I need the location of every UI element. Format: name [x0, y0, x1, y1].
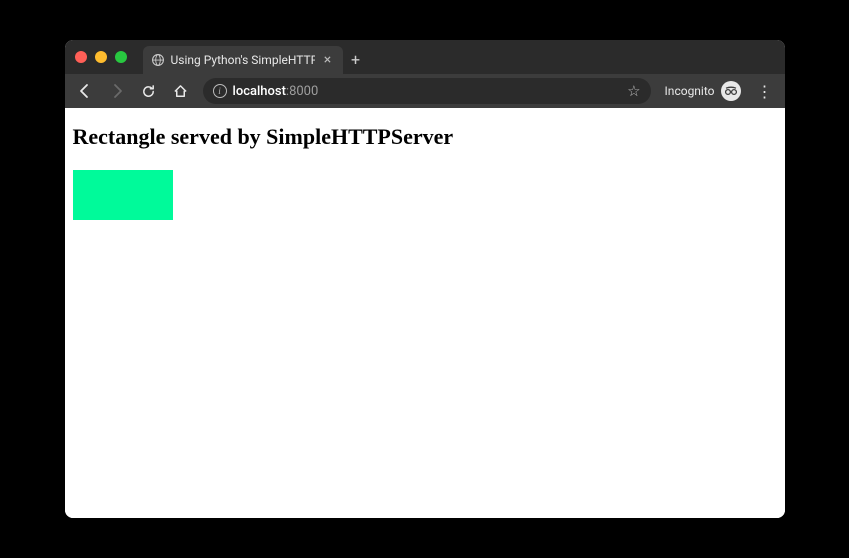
reload-button[interactable] [135, 77, 163, 105]
url-host: localhost [233, 84, 286, 99]
maximize-window-button[interactable] [115, 51, 127, 63]
minimize-window-button[interactable] [95, 51, 107, 63]
toolbar: i localhost:8000 ☆ Incognito ⋮ [65, 74, 785, 108]
titlebar: Using Python's SimpleHTTPSe × + i localh… [65, 40, 785, 108]
tab-strip: Using Python's SimpleHTTPSe × + [65, 40, 785, 74]
close-tab-icon[interactable]: × [321, 52, 335, 68]
forward-button[interactable] [103, 77, 131, 105]
back-button[interactable] [71, 77, 99, 105]
browser-tab[interactable]: Using Python's SimpleHTTPSe × [143, 46, 343, 74]
bookmark-star-icon[interactable]: ☆ [627, 82, 640, 100]
green-rectangle [73, 170, 173, 220]
page-viewport: Rectangle served by SimpleHTTPServer [65, 108, 785, 518]
kebab-menu-button[interactable]: ⋮ [751, 77, 779, 105]
globe-icon [151, 53, 165, 67]
incognito-indicator: Incognito [659, 81, 747, 101]
site-info-icon[interactable]: i [213, 84, 227, 98]
browser-window: Using Python's SimpleHTTPSe × + i localh… [65, 40, 785, 518]
traffic-lights [75, 51, 127, 63]
tab-title: Using Python's SimpleHTTPSe [171, 53, 315, 67]
home-button[interactable] [167, 77, 195, 105]
close-window-button[interactable] [75, 51, 87, 63]
url-text: localhost:8000 [233, 84, 319, 99]
new-tab-button[interactable]: + [343, 50, 369, 69]
incognito-label: Incognito [665, 84, 715, 98]
page-heading: Rectangle served by SimpleHTTPServer [73, 124, 777, 150]
url-port: :8000 [286, 84, 318, 99]
address-bar[interactable]: i localhost:8000 ☆ [203, 78, 651, 104]
incognito-icon [721, 81, 741, 101]
